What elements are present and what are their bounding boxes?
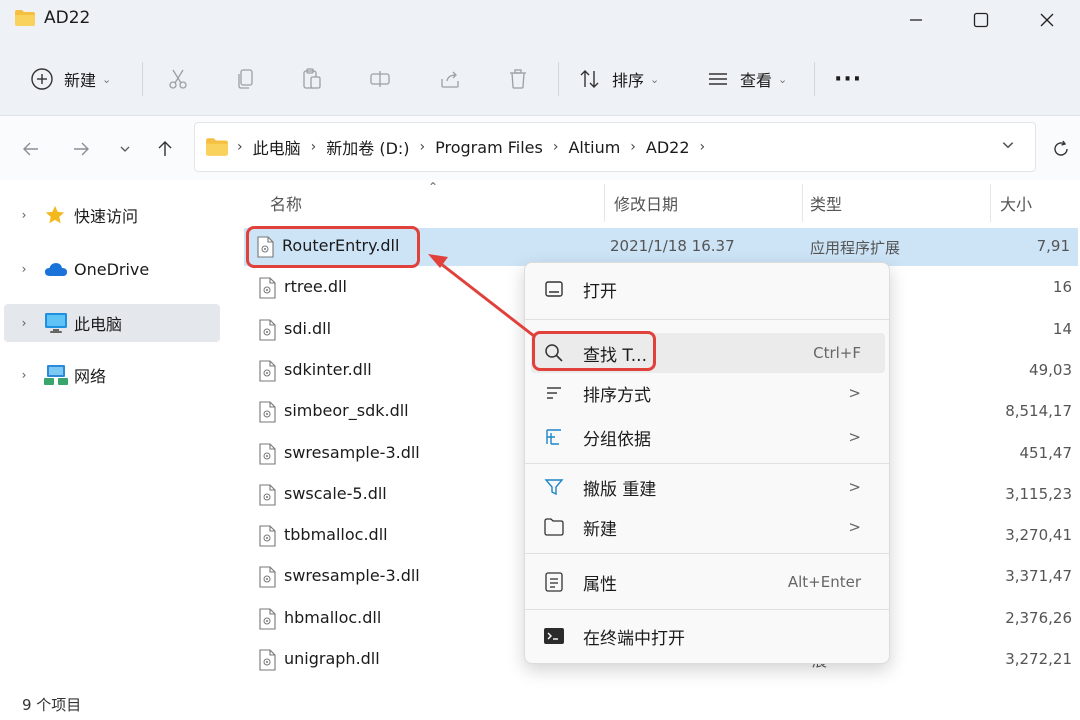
annotation-arrow-icon	[428, 254, 535, 338]
